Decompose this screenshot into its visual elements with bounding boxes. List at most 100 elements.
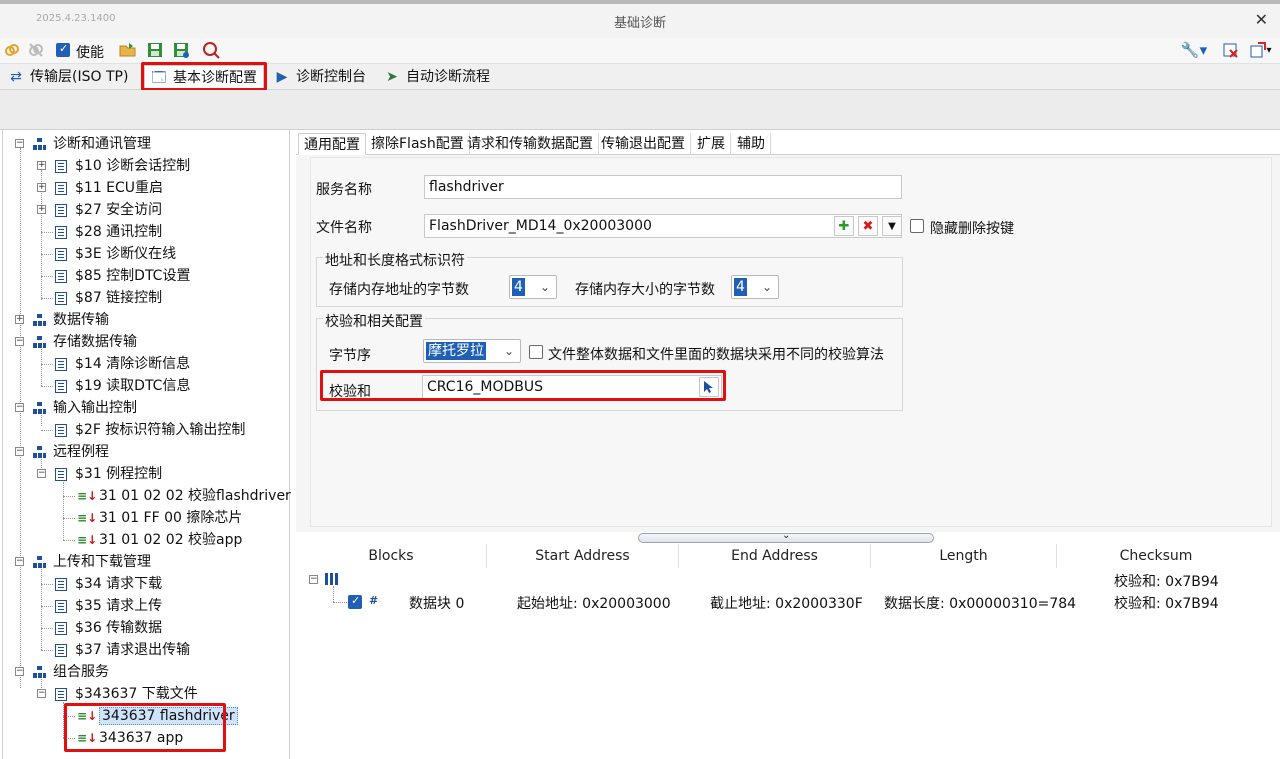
column-header[interactable]: Blocks bbox=[296, 544, 487, 568]
tree-label: $37 请求退出传输 bbox=[75, 642, 191, 658]
page-icon bbox=[55, 423, 67, 437]
tree-group-icon bbox=[33, 314, 47, 326]
page-icon bbox=[55, 577, 67, 591]
tree-item[interactable]: $11 ECU重启 bbox=[55, 178, 163, 198]
tree-item[interactable]: $14 清除诊断信息 bbox=[55, 354, 190, 374]
hide-delete-checkbox[interactable] bbox=[910, 219, 924, 233]
tree-item[interactable]: ≡↓ 31 01 02 02 校验app bbox=[77, 530, 242, 550]
tree-item[interactable]: $10 诊断会话控制 bbox=[55, 156, 190, 176]
tree-item[interactable]: $35 请求上传 bbox=[55, 596, 162, 616]
expander[interactable]: + bbox=[37, 205, 46, 214]
tab-diag-console[interactable]: ▶ 诊断控制台 bbox=[268, 65, 372, 89]
save-icon[interactable] bbox=[145, 40, 165, 60]
file-name-field[interactable]: FlashDriver_MD14_0x20003000 bbox=[424, 214, 902, 238]
checksum-field[interactable]: CRC16_MODBUS bbox=[422, 375, 722, 399]
tree-item[interactable]: $343637 下载文件 bbox=[55, 684, 198, 704]
tree-group-icon bbox=[33, 336, 47, 348]
hash-icon: # bbox=[369, 594, 379, 607]
tree-item[interactable]: 上传和下载管理 bbox=[33, 552, 151, 572]
expander[interactable]: − bbox=[15, 403, 24, 412]
file-dropdown-button[interactable]: ▼ bbox=[882, 216, 902, 236]
service-name-label: 服务名称 bbox=[316, 182, 372, 198]
delete-icon[interactable] bbox=[1220, 40, 1240, 60]
tree-item[interactable]: 输入输出控制 bbox=[33, 398, 137, 418]
tree-item[interactable]: $37 请求退出传输 bbox=[55, 640, 190, 660]
tree-item[interactable]: ≡↓ 31 01 FF 00 擦除芯片 bbox=[77, 508, 242, 528]
expander[interactable]: − bbox=[15, 557, 24, 566]
expander[interactable]: − bbox=[37, 689, 46, 698]
column-header[interactable]: Start Address bbox=[487, 544, 679, 568]
expander[interactable]: + bbox=[15, 315, 24, 324]
tree-item[interactable]: $27 安全访问 bbox=[55, 200, 162, 220]
tab-general-config[interactable]: 通用配置 bbox=[298, 133, 366, 155]
tab-request-transfer[interactable]: 请求和传输数据配置 bbox=[462, 133, 599, 155]
export-icon[interactable]: ▾ bbox=[1246, 40, 1276, 60]
tree-guide bbox=[41, 386, 53, 387]
tree-item[interactable]: $85 控制DTC设置 bbox=[55, 266, 190, 286]
tree-item[interactable]: ≡↓ 31 01 02 02 校验flashdriver bbox=[77, 486, 291, 506]
tab-transport-layer[interactable]: ⇄ 传输层(ISO TP) bbox=[2, 65, 134, 89]
tab-transfer-exit[interactable]: 传输退出配置 bbox=[596, 133, 691, 155]
link-icon[interactable] bbox=[2, 40, 22, 60]
tree-item[interactable]: 组合服务 bbox=[33, 662, 109, 682]
select-checksum-button[interactable] bbox=[699, 377, 719, 397]
save-as-icon[interactable] bbox=[171, 40, 191, 60]
tab-helper[interactable]: 辅助 bbox=[732, 133, 771, 155]
addr-bytes-select[interactable]: 4 ⌄ bbox=[509, 275, 557, 299]
service-name-field[interactable]: flashdriver bbox=[424, 175, 902, 199]
block-checkbox[interactable] bbox=[348, 594, 362, 609]
expander[interactable]: − bbox=[15, 447, 24, 456]
expander[interactable]: − bbox=[309, 575, 318, 584]
tree-item[interactable]: 远程例程 bbox=[33, 442, 109, 462]
page-icon bbox=[55, 291, 67, 305]
column-header[interactable]: End Address bbox=[679, 544, 871, 568]
add-file-button[interactable]: ✚ bbox=[834, 216, 854, 236]
tree-item[interactable]: $28 通讯控制 bbox=[55, 222, 162, 242]
unlink-icon[interactable] bbox=[26, 40, 46, 60]
close-icon[interactable]: ✕ bbox=[1255, 10, 1268, 29]
size-bytes-select[interactable]: 4 ⌄ bbox=[731, 275, 779, 299]
expander[interactable]: − bbox=[15, 139, 24, 148]
diff-algo-checkbox[interactable] bbox=[529, 345, 543, 359]
column-header[interactable]: Length bbox=[871, 544, 1057, 568]
tree-item[interactable]: $31 例程控制 bbox=[55, 464, 162, 484]
enable-toggle[interactable]: 使能 bbox=[56, 42, 104, 61]
tree-item[interactable]: $34 请求下载 bbox=[55, 574, 162, 594]
byte-order-select[interactable]: 摩托罗拉 ⌄ bbox=[423, 339, 521, 363]
config-panel: 服务名称 flashdriver 文件名称 FlashDriver_MD14_0… bbox=[296, 155, 1280, 532]
tab-auto-diag-flow[interactable]: ➤ 自动诊断流程 bbox=[378, 65, 496, 89]
tree-item[interactable]: ≡↓ 343637 app bbox=[77, 728, 183, 748]
tab-extension[interactable]: 扩展 bbox=[692, 133, 731, 155]
file-name-label: 文件名称 bbox=[316, 220, 372, 236]
tree-label: $11 ECU重启 bbox=[75, 180, 164, 196]
page-icon bbox=[55, 159, 67, 173]
expander[interactable]: − bbox=[15, 337, 24, 346]
panel-splitter[interactable]: ⌄ bbox=[638, 530, 934, 543]
tree-item[interactable]: $3E 诊断仪在线 bbox=[55, 244, 176, 264]
remove-file-button[interactable]: ✖ bbox=[858, 216, 878, 236]
enable-checkbox[interactable] bbox=[56, 42, 70, 57]
tree-label: $34 请求下载 bbox=[75, 576, 163, 592]
expander[interactable]: + bbox=[37, 161, 46, 170]
tab-erase-flash[interactable]: 擦除Flash配置 bbox=[366, 133, 470, 155]
tree-guide bbox=[63, 702, 64, 738]
tree-item[interactable]: 存储数据传输 bbox=[33, 332, 137, 352]
sequence-icon: ≡↓ bbox=[77, 489, 98, 503]
wrench-icon[interactable]: 🔧▾ bbox=[1180, 40, 1208, 60]
tree-item[interactable]: $19 读取DTC信息 bbox=[55, 376, 190, 396]
tree-label: $27 安全访问 bbox=[75, 202, 163, 218]
tree-item[interactable]: $36 传输数据 bbox=[55, 618, 162, 638]
tree-item[interactable]: 数据传输 bbox=[33, 310, 109, 330]
tab-basic-diag-config[interactable]: 🗔 基本诊断配置 bbox=[144, 65, 264, 89]
search-icon[interactable] bbox=[201, 40, 221, 60]
folder-open-icon[interactable] bbox=[118, 40, 138, 60]
tree-item[interactable]: $87 链接控制 bbox=[55, 288, 162, 308]
tree-item[interactable]: $2F 按标识符输入输出控制 bbox=[55, 420, 245, 440]
tab-label: 自动诊断流程 bbox=[406, 69, 490, 85]
expander[interactable]: − bbox=[15, 667, 24, 676]
tree-item-selected[interactable]: ≡↓ 343637 flashdriver bbox=[77, 706, 238, 726]
tree-item[interactable]: 诊断和通讯管理 bbox=[33, 134, 151, 154]
column-header[interactable]: Checksum bbox=[1057, 544, 1255, 568]
expander[interactable]: + bbox=[37, 183, 46, 192]
expander[interactable]: − bbox=[37, 469, 46, 478]
